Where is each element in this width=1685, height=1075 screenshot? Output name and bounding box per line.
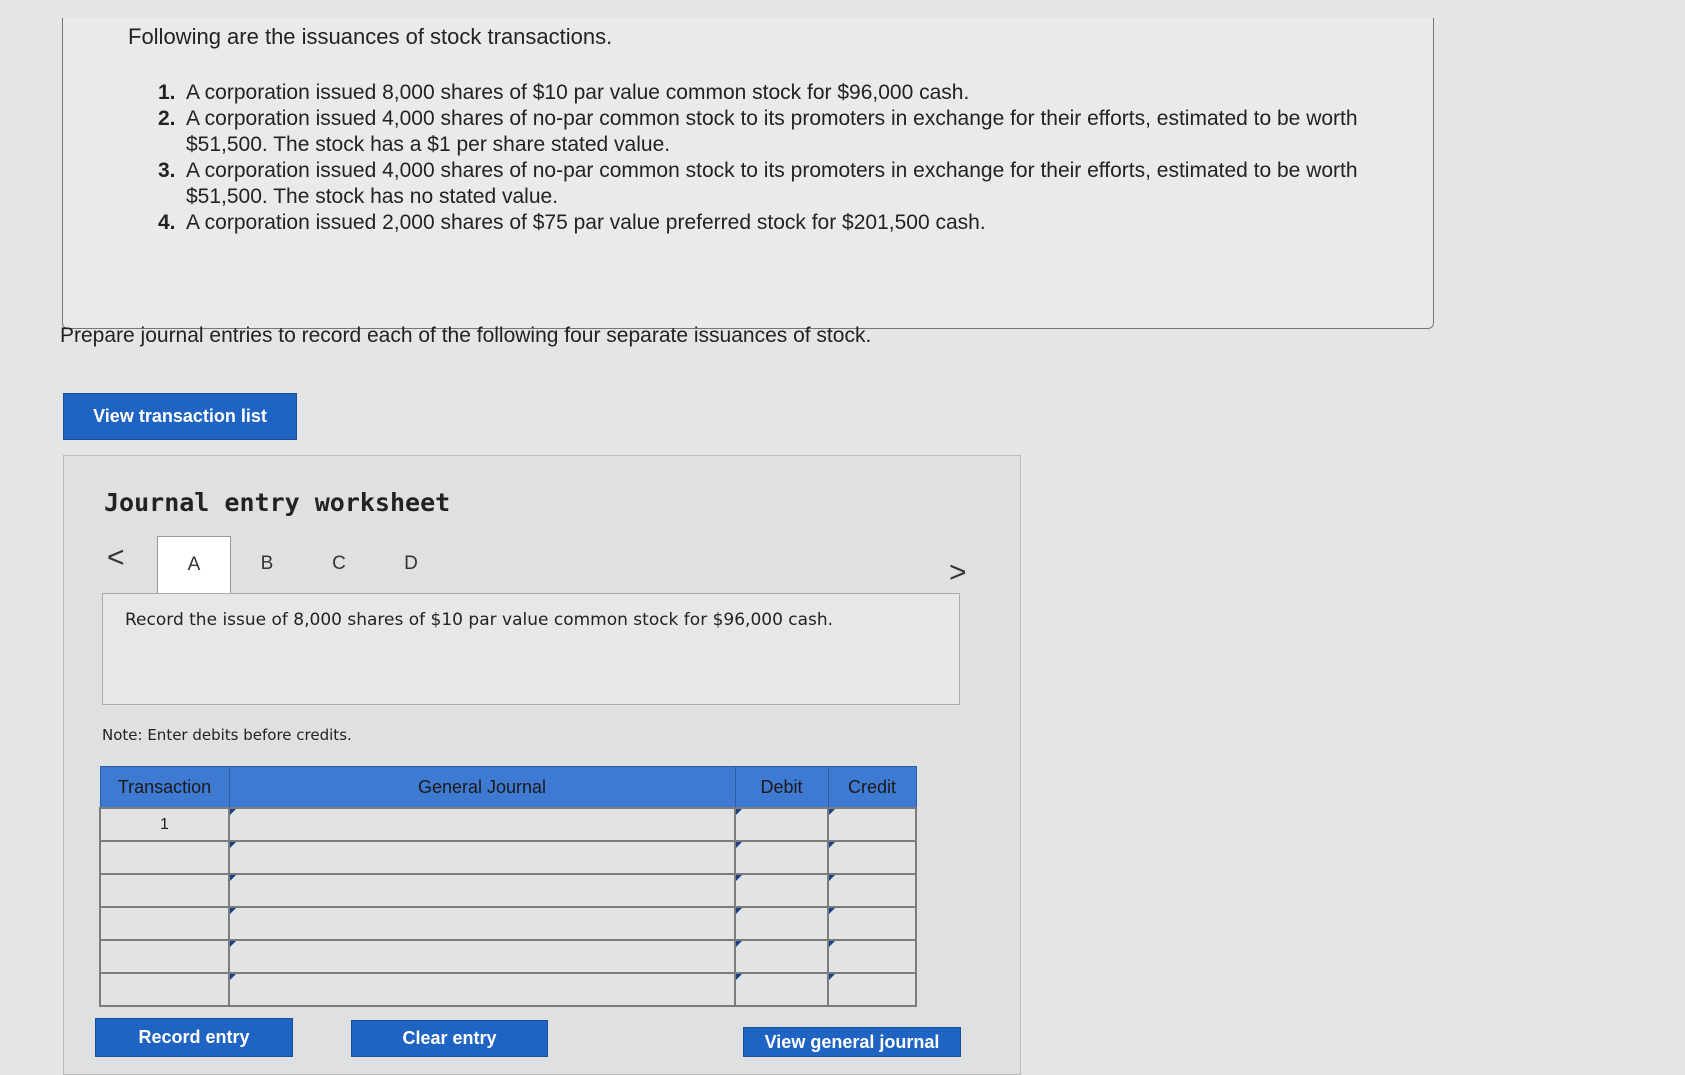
transaction-list: 1. A corporation issued 8,000 shares of $… bbox=[158, 80, 1358, 236]
account-input[interactable] bbox=[228, 840, 736, 875]
chevron-left-icon[interactable]: < bbox=[107, 541, 125, 575]
credit-header: Credit bbox=[827, 766, 917, 809]
account-input[interactable] bbox=[228, 807, 736, 842]
credit-input[interactable] bbox=[827, 873, 917, 908]
record-entry-button[interactable]: Record entry bbox=[95, 1018, 293, 1057]
journal-table: Transaction General Journal Debit Credit… bbox=[99, 766, 917, 1007]
table-row bbox=[99, 840, 917, 875]
view-transaction-list-button[interactable]: View transaction list bbox=[63, 393, 297, 440]
transaction-header: Transaction bbox=[99, 766, 230, 809]
list-item: 4. A corporation issued 2,000 shares of $… bbox=[158, 211, 986, 234]
transaction-number bbox=[99, 906, 230, 941]
list-item: 2. A corporation issued 4,000 shares of n… bbox=[158, 107, 1358, 156]
account-input[interactable] bbox=[228, 972, 736, 1007]
table-row: 1 bbox=[99, 807, 917, 842]
table-row bbox=[99, 873, 917, 908]
debit-input[interactable] bbox=[734, 873, 829, 908]
entry-description: Record the issue of 8,000 shares of $10 … bbox=[125, 610, 834, 630]
table-row bbox=[99, 939, 917, 974]
worksheet-title: Journal entry worksheet bbox=[104, 488, 451, 517]
instruction-text: Prepare journal entries to record each o… bbox=[60, 324, 872, 347]
transaction-number bbox=[99, 972, 230, 1007]
credit-input[interactable] bbox=[827, 972, 917, 1007]
tab-a[interactable]: A bbox=[157, 536, 231, 593]
transaction-number bbox=[99, 939, 230, 974]
account-input[interactable] bbox=[228, 906, 736, 941]
transaction-number: 1 bbox=[99, 807, 230, 842]
debit-input[interactable] bbox=[734, 939, 829, 974]
clear-entry-button[interactable]: Clear entry bbox=[351, 1020, 548, 1057]
account-input[interactable] bbox=[228, 873, 736, 908]
table-row bbox=[99, 972, 917, 1007]
tab-c[interactable]: C bbox=[303, 536, 375, 592]
view-general-journal-button[interactable]: View general journal bbox=[743, 1027, 961, 1057]
transaction-number bbox=[99, 840, 230, 875]
transaction-tabs: A B C D bbox=[157, 536, 447, 593]
tab-d[interactable]: D bbox=[375, 536, 447, 592]
account-input[interactable] bbox=[228, 939, 736, 974]
list-item: 3. A corporation issued 4,000 shares of n… bbox=[158, 159, 1358, 208]
debit-input[interactable] bbox=[734, 972, 829, 1007]
table-row bbox=[99, 906, 917, 941]
debit-header: Debit bbox=[734, 766, 829, 809]
entry-description-box: Record the issue of 8,000 shares of $10 … bbox=[102, 593, 960, 705]
credit-input[interactable] bbox=[827, 807, 917, 842]
debit-input[interactable] bbox=[734, 906, 829, 941]
debit-input[interactable] bbox=[734, 807, 829, 842]
chevron-right-icon[interactable]: > bbox=[949, 556, 967, 590]
credit-input[interactable] bbox=[827, 906, 917, 941]
debit-input[interactable] bbox=[734, 840, 829, 875]
credit-input[interactable] bbox=[827, 840, 917, 875]
journal-entry-worksheet: Journal entry worksheet < > A B C D Reco… bbox=[63, 455, 1021, 1075]
list-item: 1. A corporation issued 8,000 shares of $… bbox=[158, 81, 970, 104]
transaction-number bbox=[99, 873, 230, 908]
tab-b[interactable]: B bbox=[231, 536, 303, 592]
general-journal-header: General Journal bbox=[228, 766, 736, 809]
problem-intro: Following are the issuances of stock tra… bbox=[128, 24, 613, 49]
entry-note: Note: Enter debits before credits. bbox=[102, 726, 352, 744]
credit-input[interactable] bbox=[827, 939, 917, 974]
